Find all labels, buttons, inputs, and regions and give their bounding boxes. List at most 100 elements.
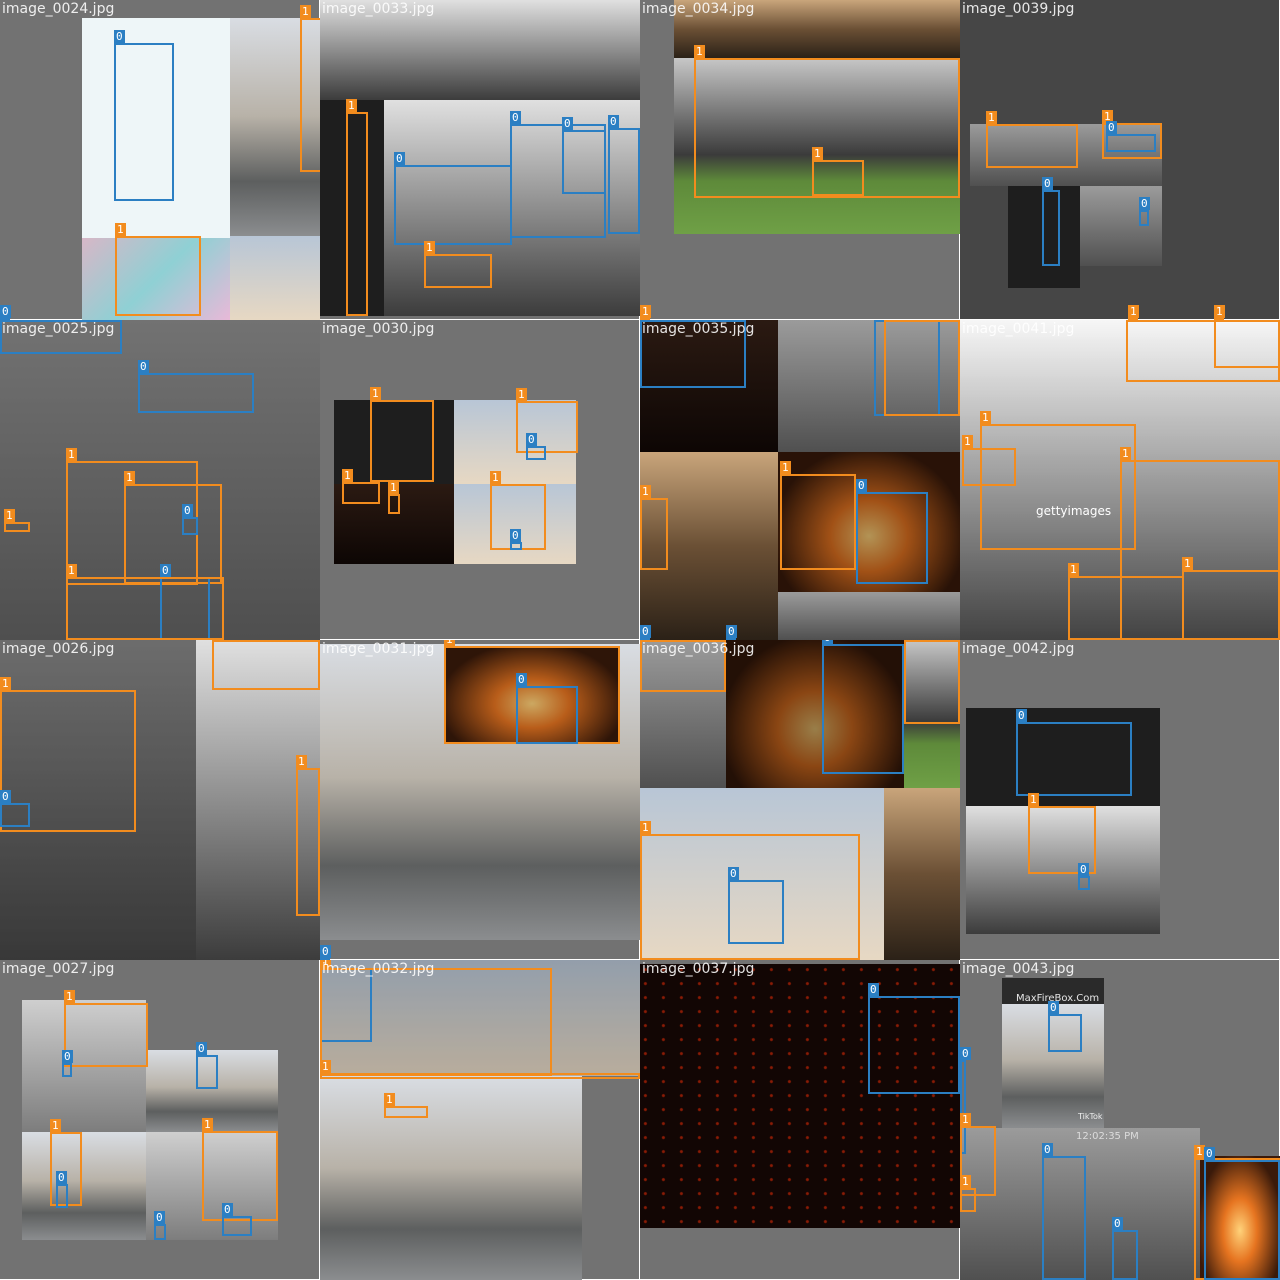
detection-box-class-0: 0 xyxy=(1016,709,1132,796)
detection-box-class-1: 1 xyxy=(884,320,960,416)
class-tag: 0 xyxy=(510,111,521,124)
class-tag: 1 xyxy=(1214,305,1225,318)
detection-box-class-1: 1 xyxy=(64,990,148,1067)
class-tag: 1 xyxy=(780,461,791,474)
photo xyxy=(884,788,960,960)
detection-box-class-1: 1 xyxy=(124,471,222,584)
class-tag: 1 xyxy=(490,471,501,484)
class-tag: 0 xyxy=(138,360,149,373)
class-tag: 1 xyxy=(384,1093,395,1106)
detection-box-class-0: 0 xyxy=(608,115,640,234)
class-tag: 1 xyxy=(50,1119,61,1132)
class-tag: 0 xyxy=(1042,177,1053,190)
detection-box-class-1: 1 xyxy=(812,147,864,196)
class-tag: 1 xyxy=(640,485,651,498)
detection-box-class-0: 0 xyxy=(56,1171,68,1208)
class-tag: 0 xyxy=(320,945,331,958)
class-tag: 0 xyxy=(1204,1147,1215,1160)
class-tag: 0 xyxy=(114,30,125,43)
mosaic-tile: 1 0 1 1 0 image_0036.jpg xyxy=(640,640,960,960)
tile-filename: image_0041.jpg xyxy=(962,321,1075,337)
detection-box-class-1: 1 xyxy=(986,111,1078,168)
class-tag: 0 xyxy=(822,640,833,644)
mosaic-tile: 1 0 0 image_0031.jpg xyxy=(320,640,640,960)
class-tag: 1 xyxy=(296,755,307,768)
tile-filename: image_0042.jpg xyxy=(962,641,1075,657)
class-tag: 1 xyxy=(66,564,77,577)
tile-filename: image_0026.jpg xyxy=(2,641,115,657)
mosaic-tile: 1 0 0 1 0 1 0 0 image_0027.jpg xyxy=(0,960,320,1280)
class-tag: 1 xyxy=(388,481,399,494)
tile-filename: image_0035.jpg xyxy=(642,321,755,337)
detection-box-class-1: 1 xyxy=(780,461,856,570)
class-tag: 1 xyxy=(4,509,15,522)
detection-box-class-1: 1 xyxy=(66,564,224,640)
mosaic-tile: 1 1 0 0 0 1 1 image_0039.jpg xyxy=(960,0,1280,320)
mosaic-tile: 1 0 1 1 image_0026.jpg xyxy=(0,640,320,960)
detection-box-class-0: 0 xyxy=(154,1211,166,1240)
detection-box-class-0: 0 xyxy=(868,983,960,1094)
class-tag: 1 xyxy=(444,640,455,646)
detection-box-class-0: 0 xyxy=(856,479,928,584)
detection-box-class-0: 0 xyxy=(114,30,174,201)
class-tag: 1 xyxy=(640,305,651,318)
class-tag: 1 xyxy=(960,1113,971,1126)
class-tag: 0 xyxy=(1112,1217,1123,1230)
tile-filename: image_0039.jpg xyxy=(962,1,1075,17)
class-tag: 0 xyxy=(154,1211,165,1224)
tile-filename: image_0025.jpg xyxy=(2,321,115,337)
detection-box-class-0: 0 xyxy=(182,504,198,535)
photo xyxy=(1080,186,1162,266)
class-tag: 1 xyxy=(202,1118,213,1131)
detection-box-class-1: 1 xyxy=(296,755,320,916)
class-tag: 0 xyxy=(562,117,573,130)
detection-box-class-0: 0 xyxy=(1204,1147,1280,1280)
class-tag: 1 xyxy=(694,45,705,58)
mosaic-tile: 0 1 0 image_0042.jpg xyxy=(960,640,1280,960)
detection-box-class-0: 0 xyxy=(728,867,784,944)
camera-timestamp: 12:02:35 PM xyxy=(1076,1131,1139,1142)
detection-box-class-0: 0 xyxy=(1048,1001,1082,1052)
detection-box-class-1: 1 xyxy=(384,1093,428,1118)
class-tag: 1 xyxy=(812,147,823,160)
detection-box-class-0: 0 xyxy=(822,640,904,774)
detection-box-class-1: 1 xyxy=(4,509,30,532)
mosaic-tile: 1 1 0 1 1 1 0 image_0030.jpg xyxy=(320,320,640,640)
class-tag: 1 xyxy=(320,1060,331,1073)
class-tag: 1 xyxy=(962,435,973,448)
detection-box-class-0: 0 xyxy=(1042,177,1060,266)
detection-box-class-1: 1 xyxy=(424,241,492,288)
class-tag: 0 xyxy=(1042,1143,1053,1156)
detection-box-class-0: 0 xyxy=(1139,197,1150,226)
class-tag: 0 xyxy=(856,479,867,492)
class-tag: 1 xyxy=(516,388,527,401)
class-tag: 0 xyxy=(1139,197,1150,210)
detection-box-class-0: 0 xyxy=(0,790,30,827)
detection-box-class-1: 1 xyxy=(962,435,1016,486)
mosaic-grid: 0 1 1 0 image_0024.jpg 0 1 0 0 0 0 1 ima… xyxy=(0,0,1280,1280)
tile-filename: image_0031.jpg xyxy=(322,641,435,657)
class-tag: 0 xyxy=(1078,863,1089,876)
detection-box-class-0: 0 xyxy=(62,1050,73,1077)
mosaic-tile: 1 1 1 image_0034.jpg xyxy=(640,0,960,320)
photo xyxy=(230,236,320,320)
class-tag: 1 xyxy=(980,411,991,424)
class-tag: 1 xyxy=(424,241,435,254)
class-tag: 0 xyxy=(640,625,651,638)
photo xyxy=(778,592,960,640)
detection-box-class-0: 0 xyxy=(526,433,546,460)
tile-filename: image_0030.jpg xyxy=(322,321,435,337)
tile-filename: image_0033.jpg xyxy=(322,1,435,17)
class-tag: 0 xyxy=(728,867,739,880)
class-tag: 0 xyxy=(0,305,11,318)
class-tag: 1 xyxy=(1120,447,1131,460)
photo xyxy=(320,1076,582,1280)
detection-box-class-1: 1 xyxy=(115,223,201,316)
detection-box-class-0: 0 xyxy=(562,117,606,194)
detection-box-class-1: 1 xyxy=(960,1175,976,1212)
class-tag: 1 xyxy=(124,471,135,484)
detection-box-class-0: 0 xyxy=(394,152,512,245)
mosaic-tile: 0 image_0037.jpg xyxy=(640,960,960,1280)
detection-box-class-0: 0 xyxy=(138,360,254,413)
class-tag: 0 xyxy=(1106,121,1117,134)
